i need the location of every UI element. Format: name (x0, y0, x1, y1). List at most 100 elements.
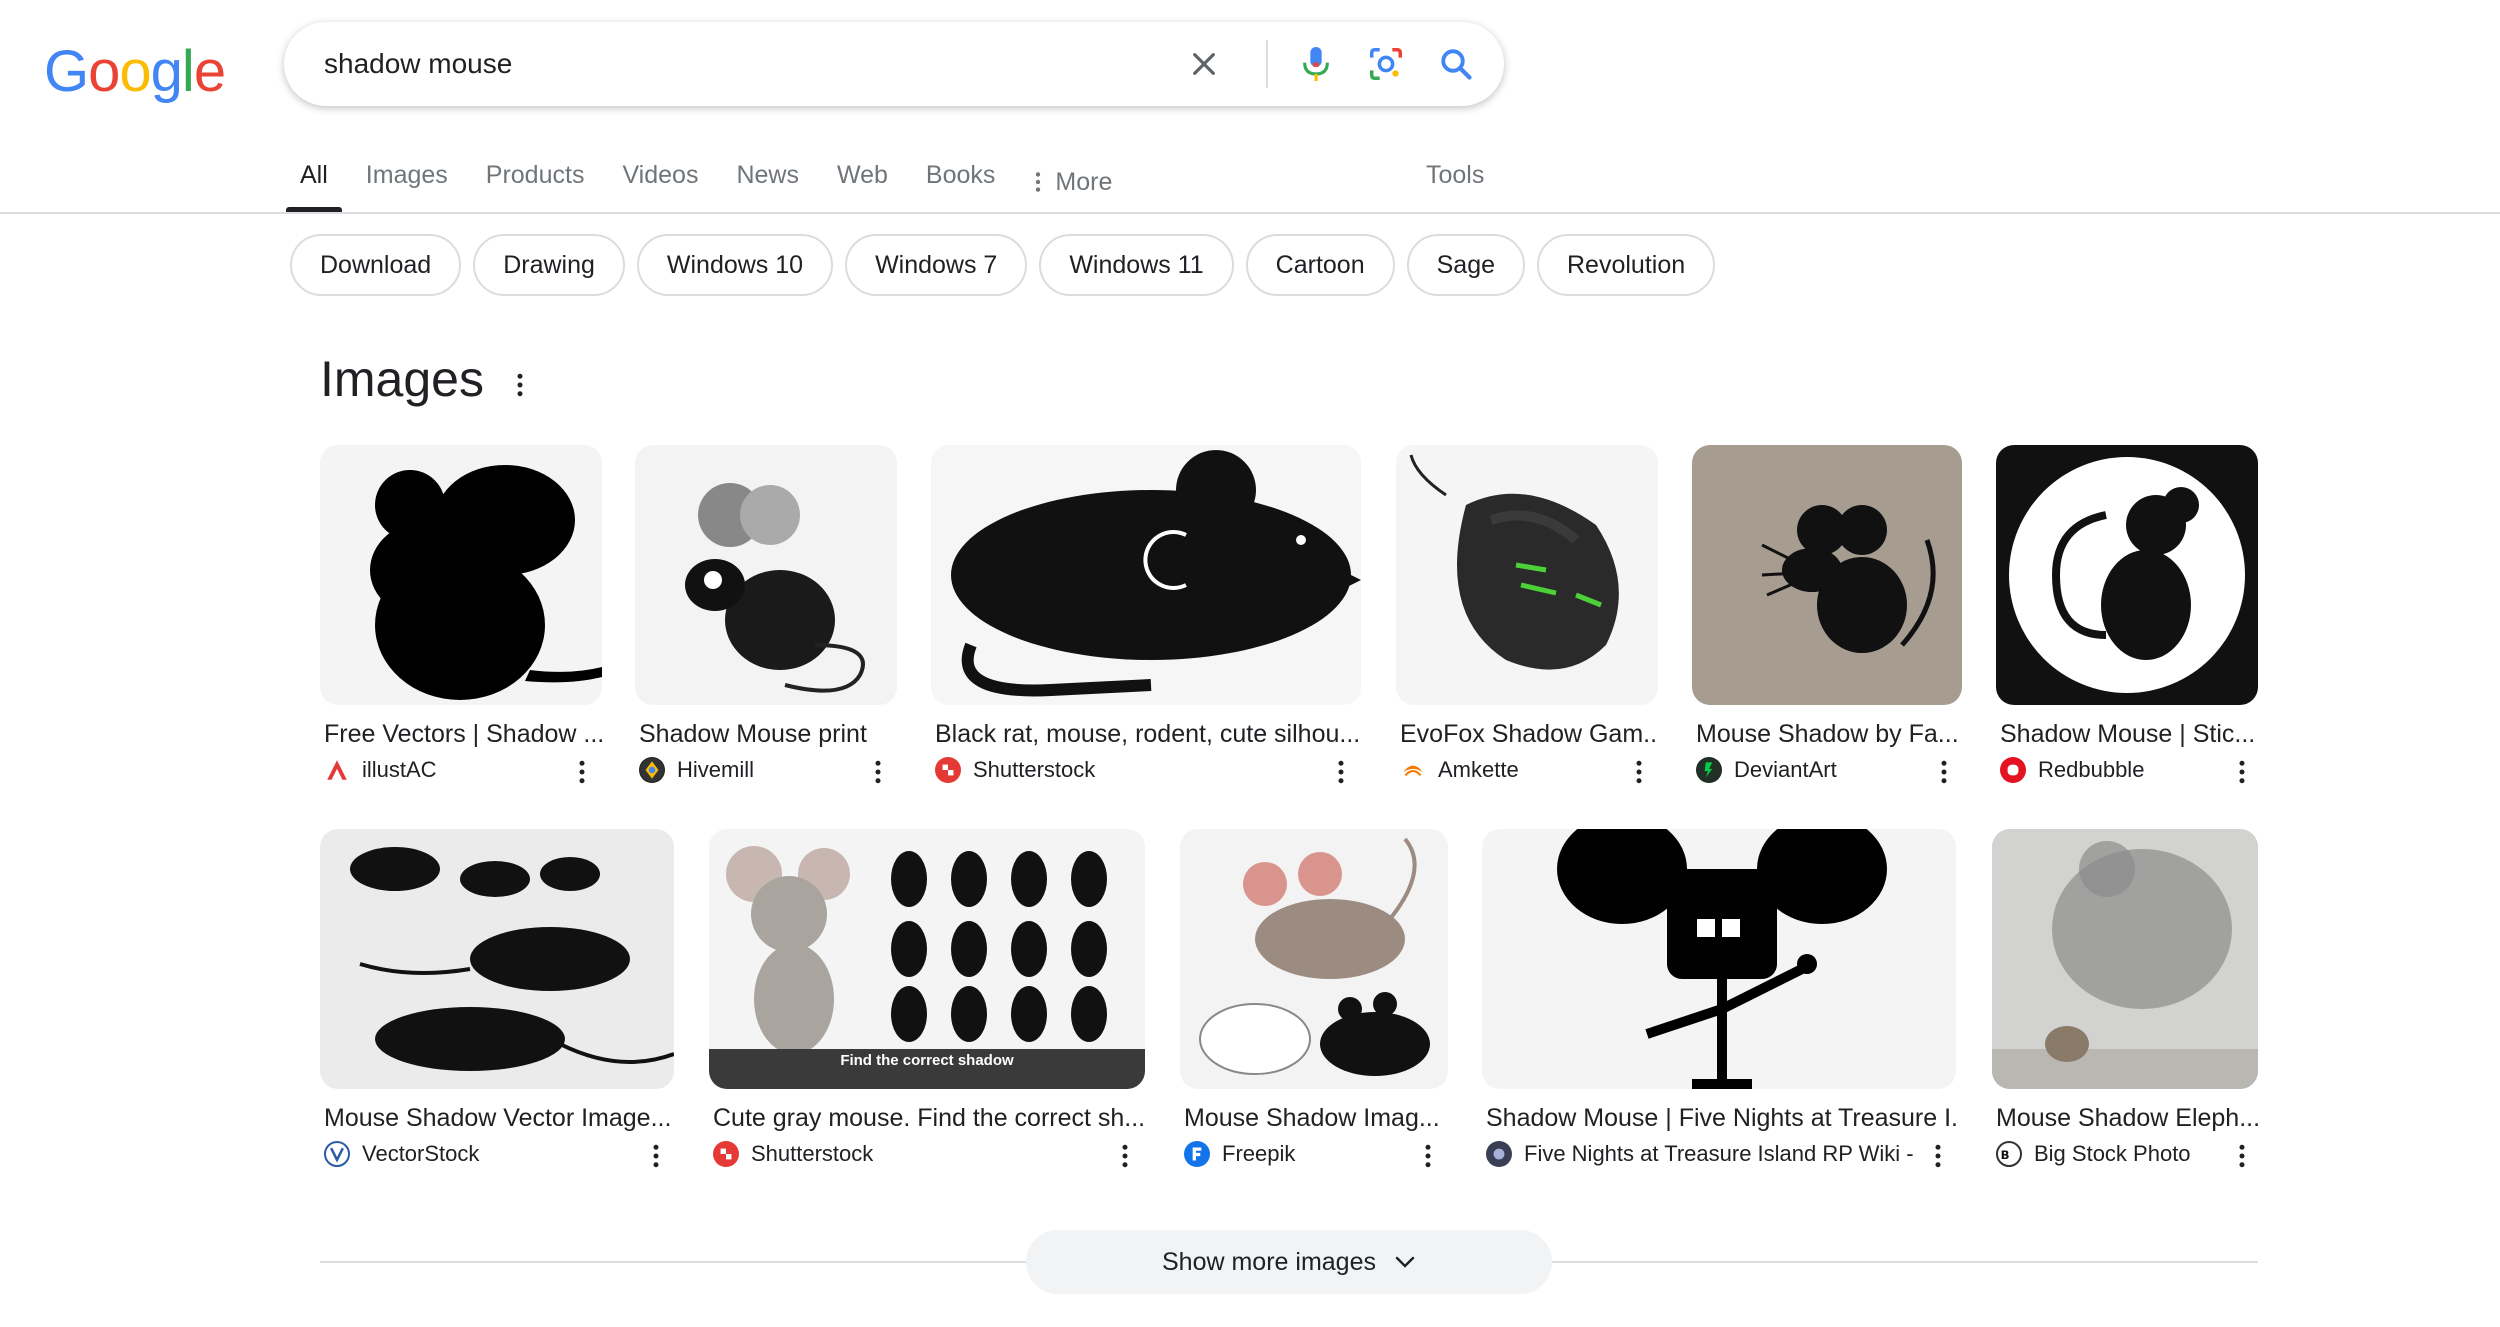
result-source-name: Redbubble (2038, 757, 2145, 782)
result-menu-icon[interactable] (868, 757, 888, 787)
tab-all[interactable]: All (286, 152, 342, 212)
google-logo[interactable]: Google (44, 38, 226, 105)
result-thumbnail[interactable] (320, 445, 602, 705)
result-source-name: Hivemill (677, 757, 754, 782)
microphone-icon[interactable] (1294, 42, 1338, 86)
image-result[interactable]: Mouse Shadow Eleph... B Big Stock Photo (1992, 829, 2258, 1174)
result-thumbnail[interactable]: Find the correct shadow (709, 829, 1145, 1089)
search-icon[interactable] (1434, 42, 1478, 86)
clear-icon[interactable] (1182, 42, 1226, 86)
result-source: Five Nights at Treasure Island RP Wiki -… (1486, 1141, 1914, 1167)
result-title[interactable]: Shadow Mouse | Five Nights at Treasure I… (1486, 1104, 1956, 1133)
tab-images[interactable]: Images (366, 152, 448, 212)
logo-letter: o (88, 39, 120, 104)
result-title[interactable]: EvoFox Shadow Gam... (1400, 720, 1658, 749)
result-title[interactable]: Black rat, mouse, rodent, cute silhou... (935, 720, 1361, 749)
svg-text:B: B (2001, 1148, 2010, 1162)
result-thumbnail[interactable] (1996, 445, 2258, 705)
images-options-icon[interactable] (510, 370, 530, 400)
result-title[interactable]: Mouse Shadow by Fa... (1696, 720, 1962, 749)
thumbnail-caption: Find the correct shadow (840, 1052, 1014, 1069)
result-source-name: DeviantArt (1734, 757, 1837, 782)
image-result[interactable]: Black rat, mouse, rodent, cute silhou...… (931, 445, 1361, 790)
show-more-label: Show more images (1162, 1247, 1376, 1276)
chip-download[interactable]: Download (290, 234, 462, 296)
chip-sage[interactable]: Sage (1406, 234, 1525, 296)
result-source-name: Freepik (1222, 1141, 1296, 1166)
result-source: illustAC (324, 757, 437, 783)
image-result[interactable]: Shadow Mouse | Five Nights at Treasure I… (1482, 829, 1956, 1174)
logo-letter: e (193, 39, 226, 104)
result-thumbnail[interactable] (1482, 829, 1956, 1089)
camera-lens-icon[interactable] (1364, 42, 1408, 86)
deviantart-favicon-icon (1696, 757, 1722, 783)
result-menu-icon[interactable] (646, 1141, 666, 1171)
image-result[interactable]: Mouse Shadow Vector Image... VectorStock (320, 829, 674, 1174)
result-menu-icon[interactable] (2232, 757, 2252, 787)
search-tabs: All Images Products Videos News Web Book… (286, 152, 1150, 212)
result-thumbnail[interactable] (1692, 445, 1962, 705)
tab-more-label: More (1055, 168, 1113, 196)
result-source: B Big Stock Photo (1996, 1141, 2191, 1167)
chip-revolution[interactable]: Revolution (1537, 234, 1716, 296)
result-title[interactable]: Mouse Shadow Imag... (1184, 1104, 1448, 1133)
chevron-down-icon (1395, 1256, 1415, 1268)
result-menu-icon[interactable] (1928, 1141, 1948, 1171)
tab-books[interactable]: Books (926, 152, 995, 212)
image-result[interactable]: EvoFox Shadow Gam... Amkette (1396, 445, 1658, 790)
result-menu-icon[interactable] (1629, 757, 1649, 787)
result-source: Hivemill (639, 757, 754, 783)
chip-cartoon[interactable]: Cartoon (1245, 234, 1395, 296)
result-thumbnail[interactable] (320, 829, 674, 1089)
chip-windows-11[interactable]: Windows 11 (1039, 234, 1234, 296)
result-thumbnail[interactable] (1396, 445, 1658, 705)
chip-windows-7[interactable]: Windows 7 (845, 234, 1028, 296)
image-result[interactable]: Find the correct shadow Cute gray mouse.… (709, 829, 1145, 1174)
result-title[interactable]: Shadow Mouse | Stic... (2000, 720, 2258, 749)
chip-drawing[interactable]: Drawing (473, 234, 625, 296)
result-thumbnail[interactable] (931, 445, 1361, 705)
search-divider (1266, 40, 1268, 88)
image-result[interactable]: Shadow Mouse print Hivemill (635, 445, 897, 790)
result-source: VectorStock (324, 1141, 479, 1167)
chip-windows-10[interactable]: Windows 10 (636, 234, 834, 296)
result-title[interactable]: Mouse Shadow Eleph... (1996, 1104, 2258, 1133)
result-menu-icon[interactable] (1418, 1141, 1438, 1171)
result-source: Redbubble (2000, 757, 2144, 783)
shutterstock-favicon-icon (935, 757, 961, 783)
show-more-images-button[interactable]: Show more images (1026, 1230, 1552, 1294)
result-source-name: VectorStock (362, 1141, 480, 1166)
search-input[interactable] (324, 22, 1124, 106)
image-result[interactable]: Mouse Shadow Imag... Freepik (1180, 829, 1448, 1174)
result-menu-icon[interactable] (1115, 1141, 1135, 1171)
images-section-title: Images (320, 351, 484, 407)
result-title[interactable]: Shadow Mouse print (639, 720, 897, 749)
result-menu-icon[interactable] (1331, 757, 1351, 787)
result-title[interactable]: Free Vectors | Shadow ... (324, 720, 602, 749)
result-source: Shutterstock (935, 757, 1095, 783)
tab-more[interactable]: More (1033, 152, 1112, 212)
result-source: Freepik (1184, 1141, 1295, 1167)
tab-news[interactable]: News (736, 152, 799, 212)
result-thumbnail[interactable] (1180, 829, 1448, 1089)
tools-button[interactable]: Tools (1426, 152, 1484, 198)
result-menu-icon[interactable] (1934, 757, 1954, 787)
image-result[interactable]: Free Vectors | Shadow ... illustAC (320, 445, 602, 790)
tab-videos[interactable]: Videos (622, 152, 698, 212)
result-menu-icon[interactable] (572, 757, 592, 787)
result-source: Amkette (1400, 757, 1519, 783)
result-title[interactable]: Cute gray mouse. Find the correct sh... (713, 1104, 1145, 1133)
result-thumbnail[interactable] (1992, 829, 2258, 1089)
tab-products[interactable]: Products (486, 152, 585, 212)
result-menu-icon[interactable] (2232, 1141, 2252, 1171)
vectorstock-favicon-icon (324, 1141, 350, 1167)
tab-web[interactable]: Web (837, 152, 888, 212)
image-result[interactable]: Mouse Shadow by Fa... DeviantArt (1692, 445, 1962, 790)
result-title[interactable]: Mouse Shadow Vector Image... (324, 1104, 674, 1133)
result-thumbnail[interactable] (635, 445, 897, 705)
refinement-chips: Download Drawing Windows 10 Windows 7 Wi… (290, 234, 1727, 296)
image-result[interactable]: Shadow Mouse | Stic... Redbubble (1996, 445, 2258, 790)
freepik-favicon-icon (1184, 1141, 1210, 1167)
result-source-name: Amkette (1438, 757, 1519, 782)
bigstock-favicon-icon: B (1996, 1141, 2022, 1167)
